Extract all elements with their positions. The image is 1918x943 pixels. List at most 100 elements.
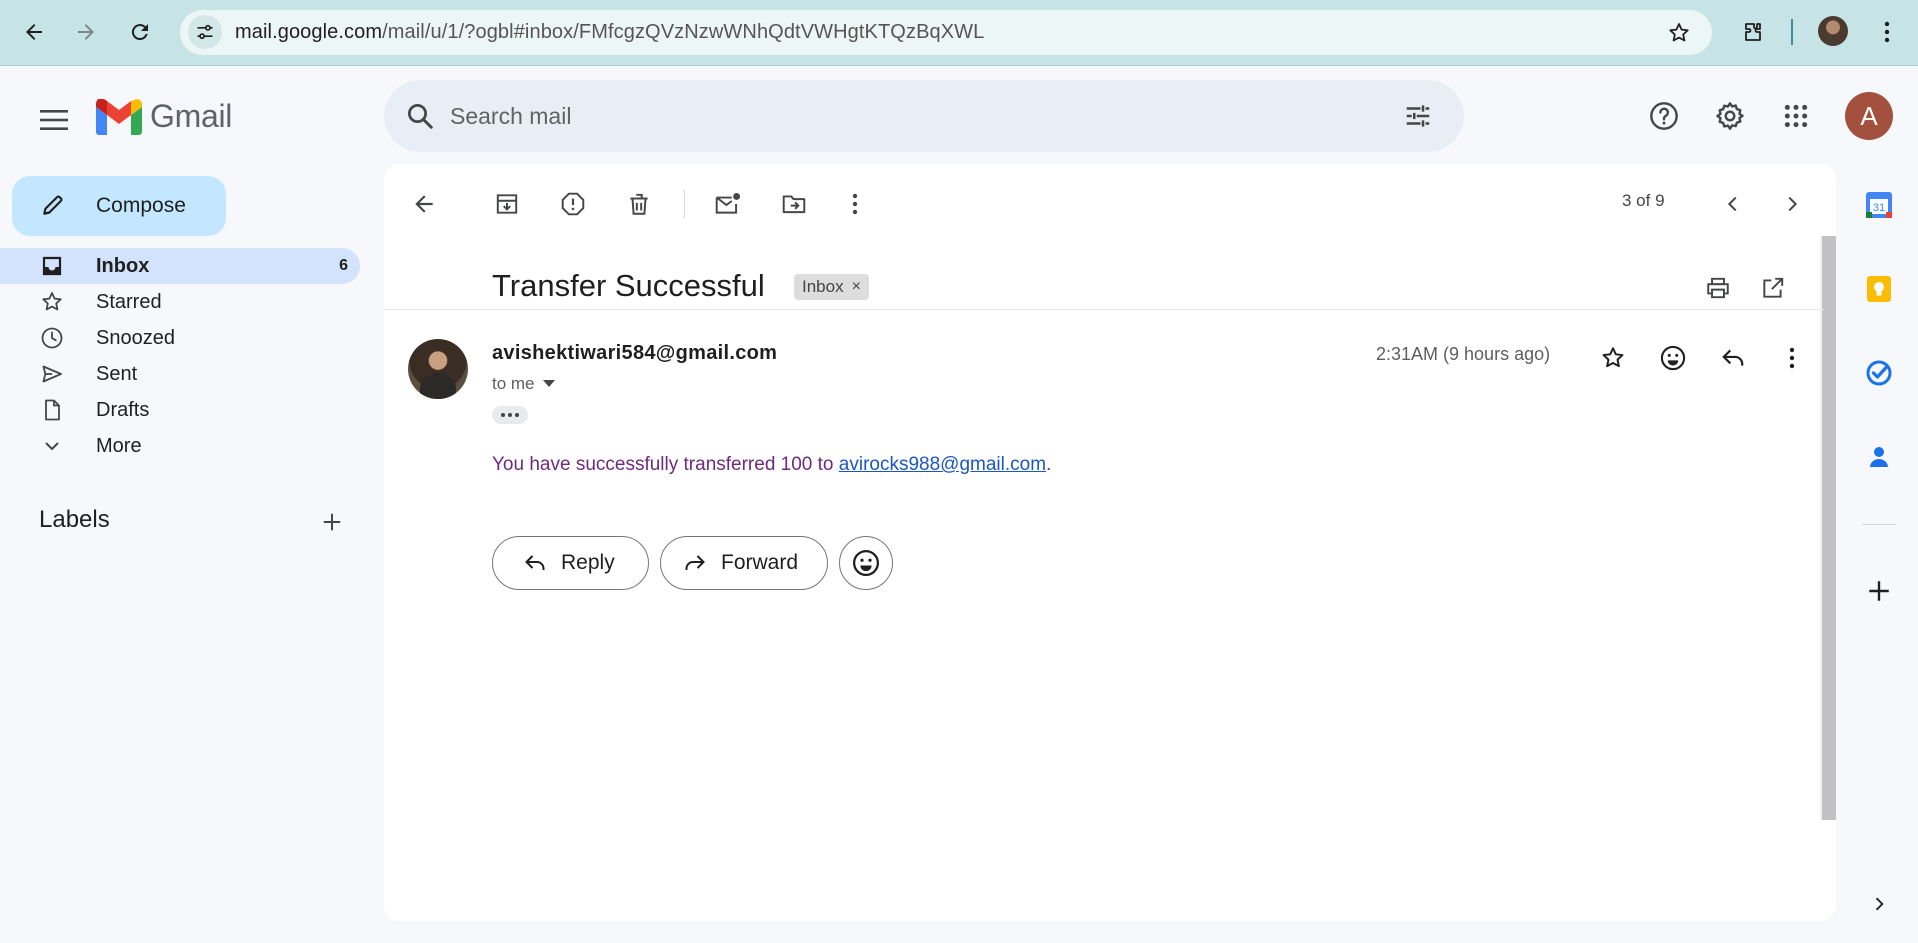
pagination-count: 3 of 9 (1622, 191, 1665, 210)
search-icon[interactable] (398, 94, 442, 138)
account-avatar[interactable]: A (1845, 92, 1893, 140)
unread-count: 6 (339, 257, 348, 274)
sidebar-item-more[interactable]: More (0, 428, 360, 464)
browser-toolbar: mail.google.com/mail/u/1/?ogbl#inbox/FMf… (0, 0, 1918, 66)
sidebar-item-starred[interactable]: Starred (0, 284, 360, 320)
address-bar[interactable]: mail.google.com/mail/u/1/?ogbl#inbox/FMf… (180, 10, 1712, 55)
toolbar-divider (684, 190, 685, 218)
show-trimmed-content-button[interactable] (492, 406, 528, 424)
google-calendar-icon[interactable]: 31 (1862, 188, 1896, 222)
search-options-icon[interactable] (1398, 96, 1438, 136)
message-view: 3 of 9 Transfer Successful Inbox × avish… (384, 164, 1836, 921)
forward-button[interactable]: Forward (660, 536, 828, 590)
email-subject: Transfer Successful (492, 268, 765, 303)
sidebar-item-label: Drafts (96, 399, 150, 421)
browser-menu-icon[interactable] (1872, 14, 1902, 50)
gmail-logo[interactable]: Gmail (96, 98, 232, 135)
google-contacts-icon[interactable] (1862, 440, 1896, 474)
sidebar-nav: Inbox 6 Starred Snoozed Sent Drafts More (0, 248, 360, 464)
bookmark-star-icon[interactable] (1664, 18, 1694, 48)
compose-button[interactable]: Compose (12, 176, 226, 236)
gmail-m-icon (96, 98, 142, 135)
sidebar-item-drafts[interactable]: Drafts (0, 392, 360, 428)
older-message-icon[interactable] (1772, 184, 1812, 224)
more-actions-icon[interactable] (835, 184, 875, 224)
sidebar-item-label: Inbox (96, 255, 150, 277)
search-input[interactable] (450, 98, 1330, 134)
extensions-icon[interactable] (1735, 14, 1771, 50)
show-side-panel-chevron-icon[interactable] (1862, 887, 1896, 921)
site-info-icon[interactable] (188, 15, 222, 49)
forward-arrow-icon (683, 551, 707, 575)
draft-icon (40, 398, 64, 422)
smiley-icon (853, 550, 879, 576)
get-addons-plus-icon[interactable] (1862, 574, 1896, 608)
back-icon[interactable] (16, 14, 52, 50)
reply-button[interactable]: Reply (492, 536, 649, 590)
browser-profile-avatar[interactable] (1818, 16, 1848, 46)
remove-label-icon[interactable]: × (852, 278, 861, 296)
star-message-icon[interactable] (1593, 338, 1633, 378)
caret-down-icon (542, 380, 555, 387)
calendar-date: 31 (1873, 202, 1885, 214)
sidebar-item-label: More (96, 435, 142, 457)
gmail-wordmark: Gmail (150, 98, 233, 134)
add-reaction-icon[interactable] (1653, 338, 1693, 378)
url-text[interactable]: mail.google.com/mail/u/1/?ogbl#inbox/FMf… (235, 21, 984, 44)
toolbar-divider (1791, 19, 1793, 45)
report-spam-icon[interactable] (553, 184, 593, 224)
back-to-inbox-icon[interactable] (404, 184, 444, 224)
url-path: /mail/u/1/?ogbl#inbox/FMfcgzQVzNzwWNhQdt… (382, 21, 985, 43)
archive-icon[interactable] (487, 184, 527, 224)
reply-icon (523, 551, 547, 575)
settings-gear-icon[interactable] (1706, 92, 1754, 140)
pencil-icon (40, 192, 66, 223)
sender-email[interactable]: avishektiwari584@gmail.com (492, 342, 777, 365)
compose-label: Compose (96, 194, 186, 217)
chevron-down-icon (40, 434, 64, 458)
side-panel-divider (1862, 524, 1896, 525)
main-menu-icon[interactable] (30, 96, 78, 144)
message-body: You have successfully transferred 100 to… (492, 454, 1051, 476)
send-icon (40, 362, 64, 386)
recipient-details[interactable]: to me (492, 374, 555, 394)
body-text-end: . (1046, 454, 1052, 475)
sidebar-item-label: Sent (96, 363, 138, 385)
sidebar-item-label: Starred (96, 291, 162, 313)
label-chip-text: Inbox (802, 277, 844, 296)
reload-icon[interactable] (122, 14, 158, 50)
newer-message-icon[interactable] (1713, 184, 1753, 224)
reply-icon[interactable] (1713, 338, 1753, 378)
forward-icon[interactable] (68, 14, 104, 50)
body-text: You have successfully transferred 100 to (492, 454, 839, 475)
print-icon[interactable] (1698, 268, 1738, 308)
search-bar (384, 80, 1464, 152)
sidebar-item-label: Snoozed (96, 327, 175, 349)
add-label-icon[interactable] (316, 506, 348, 538)
star-icon (40, 290, 64, 314)
message-timestamp: 2:31AM (9 hours ago) (1376, 344, 1551, 364)
help-icon[interactable] (1640, 92, 1688, 140)
recipient-email-link[interactable]: avirocks988@gmail.com (839, 454, 1046, 475)
subject-row: Transfer Successful Inbox × (384, 264, 1824, 310)
forward-label: Forward (721, 551, 799, 574)
labels-heading: Labels (39, 506, 110, 533)
label-chip-inbox[interactable]: Inbox × (794, 274, 869, 300)
mark-unread-icon[interactable] (708, 184, 748, 224)
delete-icon[interactable] (619, 184, 659, 224)
reply-label: Reply (561, 551, 615, 574)
google-apps-icon[interactable] (1772, 92, 1820, 140)
sidebar-item-inbox[interactable]: Inbox 6 (0, 248, 360, 284)
sidebar-item-sent[interactable]: Sent (0, 356, 360, 392)
scrollbar-thumb[interactable] (1822, 236, 1836, 820)
inbox-icon (40, 254, 64, 278)
sender-avatar[interactable] (408, 339, 468, 399)
open-in-new-window-icon[interactable] (1753, 268, 1793, 308)
move-to-icon[interactable] (774, 184, 814, 224)
google-tasks-icon[interactable] (1862, 356, 1896, 390)
emoji-reaction-button[interactable] (839, 536, 893, 590)
message-more-icon[interactable] (1772, 338, 1812, 378)
sidebar-item-snoozed[interactable]: Snoozed (0, 320, 360, 356)
clock-icon (40, 326, 64, 350)
google-keep-icon[interactable] (1862, 272, 1896, 306)
